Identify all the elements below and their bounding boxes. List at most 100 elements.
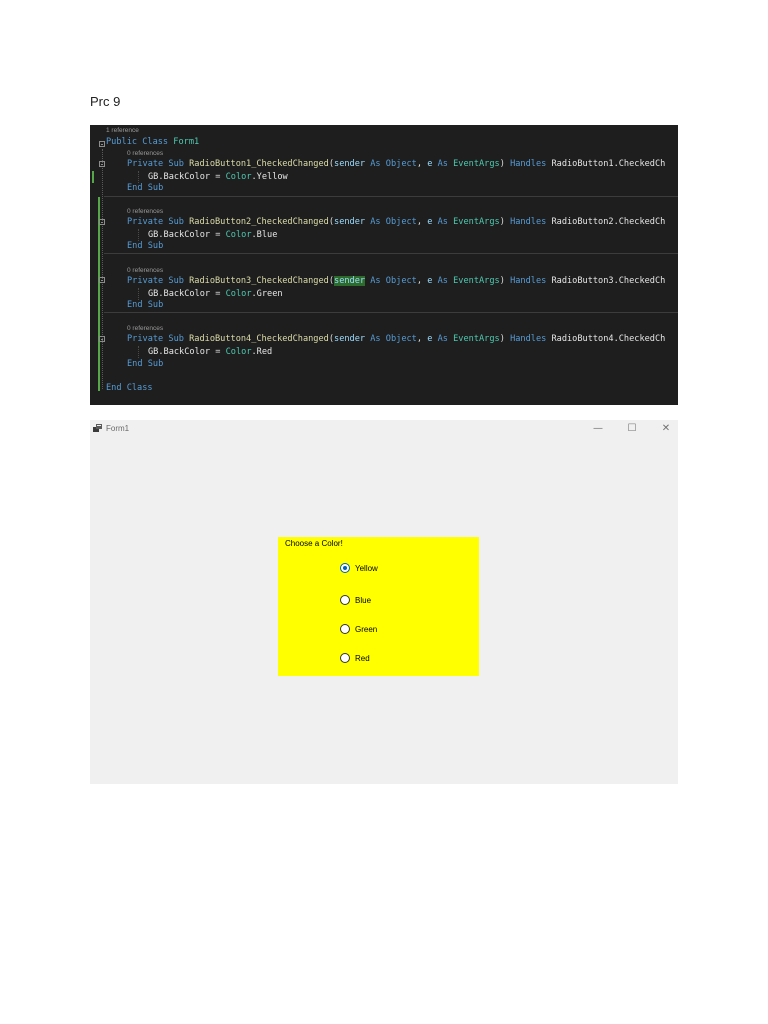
keyword-handles: Handles — [510, 276, 547, 286]
keyword-private: Private — [127, 276, 164, 286]
collapse-sub2-icon[interactable] — [99, 219, 105, 225]
class-name: Form1 — [173, 137, 200, 147]
comma: , — [416, 334, 428, 344]
body-assign: = — [210, 347, 226, 357]
class-declaration: Public Class Form1 — [106, 136, 199, 148]
body-target: GB.BackColor — [148, 347, 211, 357]
keyword-private: Private — [127, 159, 164, 169]
keyword-handles: Handles — [510, 159, 547, 169]
sub-signature: Private Sub RadioButton2_CheckedChanged(… — [127, 217, 666, 227]
keyword-as: As — [437, 159, 448, 169]
type-object: Object — [385, 159, 417, 169]
collapse-class-icon[interactable] — [99, 141, 105, 147]
radio-label[interactable]: Yellow — [355, 564, 378, 573]
handler-control: RadioButton1 — [551, 159, 614, 169]
radio-yellow[interactable]: Yellow — [340, 562, 378, 574]
sub-body: GB.BackColor = Color.Green — [148, 288, 283, 300]
radio-label[interactable]: Green — [355, 625, 377, 634]
procedure-separator — [104, 196, 678, 197]
collapse-sub3-icon[interactable] — [99, 277, 105, 283]
keyword-as: As — [437, 217, 448, 227]
radio-unchecked-icon[interactable] — [340, 624, 350, 634]
keyword-as: As — [370, 217, 381, 227]
procedure-separator — [104, 253, 678, 254]
codelens-references[interactable]: 0 references — [127, 325, 163, 332]
radio-label[interactable]: Red — [355, 654, 370, 663]
radio-green[interactable]: Green — [340, 623, 377, 635]
body-assign: = — [210, 289, 226, 299]
keyword-as: As — [370, 276, 381, 286]
maximize-button[interactable]: ☐ — [620, 421, 644, 437]
handler-control: RadioButton4 — [551, 334, 614, 344]
sub-name: RadioButton3_CheckedChanged — [189, 276, 329, 286]
keyword-sub: Sub — [168, 159, 184, 169]
type-object: Object — [385, 276, 417, 286]
keyword-as: As — [370, 334, 381, 344]
end-class: End Class — [106, 383, 153, 393]
body-target: GB.BackColor — [148, 289, 211, 299]
type-eventargs: EventArgs — [453, 334, 500, 344]
codelens-references[interactable]: 0 references — [127, 208, 163, 215]
codelens-references[interactable]: 0 references — [127, 150, 163, 157]
sub-body: GB.BackColor = Color.Yellow — [148, 171, 288, 183]
body-assign: = — [210, 172, 226, 182]
end-sub: End Sub — [127, 299, 163, 311]
type-eventargs: EventArgs — [453, 217, 500, 227]
document-heading: Prc 9 — [90, 94, 121, 109]
window-title: Form1 — [106, 424, 130, 433]
param-e: e — [427, 276, 433, 286]
keyword-sub: Sub — [168, 217, 184, 227]
radio-unchecked-icon[interactable] — [340, 595, 350, 605]
codelens-references[interactable]: 0 references — [127, 267, 163, 274]
keyword-handles: Handles — [510, 217, 547, 227]
keyword-sub: Sub — [147, 359, 164, 369]
param-sender: sender — [334, 217, 366, 227]
sub-signature: Private Sub RadioButton4_CheckedChanged(… — [127, 334, 666, 344]
param-sender-highlighted: sender — [334, 276, 366, 286]
keyword-sub: Sub — [168, 334, 184, 344]
sub-name: RadioButton2_CheckedChanged — [189, 217, 329, 227]
param-sender: sender — [334, 159, 366, 169]
handler-control: RadioButton2 — [551, 217, 614, 227]
body-value: .Red — [251, 347, 273, 357]
end-sub: End Sub — [127, 240, 163, 252]
handler-event: .CheckedCh — [613, 217, 666, 227]
form-app-icon — [93, 424, 102, 432]
keyword-end: End — [127, 300, 143, 310]
radio-unchecked-icon[interactable] — [340, 653, 350, 663]
param-e: e — [427, 334, 433, 344]
type-object: Object — [385, 334, 417, 344]
minimize-button[interactable]: — — [586, 421, 610, 437]
keyword-as: As — [437, 334, 448, 344]
sub-signature: Private Sub RadioButton1_CheckedChanged(… — [127, 159, 666, 169]
keyword-end: End — [127, 241, 143, 251]
keyword-end: End — [127, 183, 143, 193]
type-object: Object — [385, 217, 417, 227]
keyword-private: Private — [127, 217, 164, 227]
body-assign: = — [210, 230, 226, 240]
comma: , — [416, 276, 428, 286]
body-type: Color — [225, 172, 252, 182]
keyword-handles: Handles — [510, 334, 547, 344]
end-sub: End Sub — [127, 358, 163, 370]
change-indicator — [98, 197, 100, 391]
keyword-sub: Sub — [147, 300, 164, 310]
param-e: e — [427, 217, 433, 227]
collapse-sub4-icon[interactable] — [99, 336, 105, 342]
collapse-sub1-icon[interactable] — [99, 161, 105, 167]
close-button[interactable]: ✕ — [654, 421, 678, 437]
sub-body: GB.BackColor = Color.Red — [148, 346, 272, 358]
keyword-as: As — [437, 276, 448, 286]
sub-name: RadioButton1_CheckedChanged — [189, 159, 329, 169]
param-sender: sender — [334, 334, 366, 344]
outline-guide — [102, 149, 103, 389]
comma: , — [416, 159, 428, 169]
radio-blue[interactable]: Blue — [340, 594, 371, 606]
radio-label[interactable]: Blue — [355, 596, 371, 605]
codelens-references[interactable]: 1 reference — [106, 127, 139, 134]
handler-control: RadioButton3 — [551, 276, 614, 286]
radio-checked-icon[interactable] — [340, 563, 350, 573]
title-bar[interactable]: Form1 — ☐ ✕ — [90, 420, 678, 438]
radio-red[interactable]: Red — [340, 652, 370, 664]
sub-name: RadioButton4_CheckedChanged — [189, 334, 329, 344]
